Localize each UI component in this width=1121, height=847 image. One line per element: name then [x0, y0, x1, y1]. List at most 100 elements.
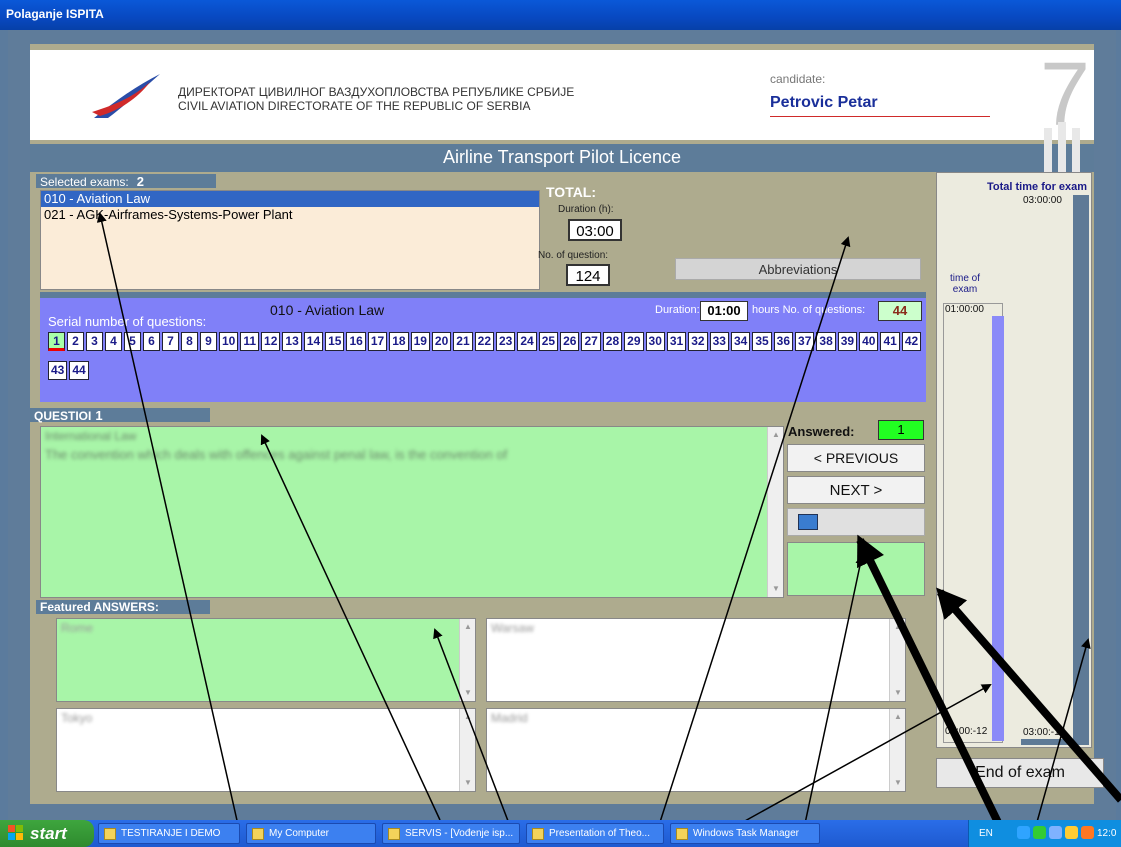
- question-number-button[interactable]: 23: [496, 332, 516, 351]
- question-number-button[interactable]: 43: [48, 361, 68, 380]
- clock: 12:0: [1097, 828, 1117, 839]
- answer-option-d[interactable]: Madrid ▲ ▼: [486, 708, 906, 792]
- answer-text: Warsaw: [491, 621, 534, 635]
- question-number-button[interactable]: 25: [538, 332, 559, 351]
- taskbar-item[interactable]: SERVIS - [Vođenje isp...: [382, 823, 520, 844]
- total-questions-label: No. of question:: [538, 250, 609, 261]
- question-number-button[interactable]: 11: [240, 332, 260, 351]
- question-number-button[interactable]: 6: [143, 332, 160, 351]
- current-exam-panel: 010 - Aviation Law Serial number of ques…: [40, 292, 926, 402]
- answer-scrollbar[interactable]: ▲ ▼: [889, 709, 905, 791]
- calculator-button[interactable]: [787, 508, 925, 536]
- question-number-button[interactable]: 12: [261, 332, 281, 351]
- question-number-button[interactable]: 21: [453, 332, 473, 351]
- question-number-button[interactable]: 1: [48, 332, 65, 351]
- question-number-button[interactable]: 29: [624, 332, 644, 351]
- question-number-button[interactable]: 26: [560, 332, 580, 351]
- scroll-down-icon[interactable]: ▼: [460, 685, 476, 701]
- antivirus-icon[interactable]: [1081, 826, 1094, 839]
- question-number-button[interactable]: 3: [86, 332, 103, 351]
- question-number-button[interactable]: 35: [752, 332, 772, 351]
- question-number-button[interactable]: 24: [517, 332, 537, 351]
- next-button[interactable]: NEXT >: [787, 476, 925, 504]
- question-number-button[interactable]: 2: [67, 332, 84, 351]
- question-number-button[interactable]: 20: [431, 332, 452, 351]
- question-number-button[interactable]: 34: [730, 332, 751, 351]
- question-number-button[interactable]: 5: [124, 332, 141, 351]
- taskbar-item[interactable]: Presentation of Theo...: [526, 823, 664, 844]
- question-number-button[interactable]: 33: [709, 332, 729, 351]
- question-text-area[interactable]: International Law The convention which d…: [40, 426, 784, 598]
- scroll-down-icon[interactable]: ▼: [460, 775, 476, 791]
- question-number-button[interactable]: 38: [816, 332, 836, 351]
- candidate-label: candidate:: [770, 72, 826, 86]
- taskbar-item[interactable]: My Computer: [246, 823, 376, 844]
- abbreviations-button[interactable]: Abbreviations: [675, 258, 921, 280]
- selected-exams-list[interactable]: 010 - Aviation Law 021 - AGK-Airframes-S…: [40, 190, 540, 290]
- question-number-button[interactable]: 18: [389, 332, 409, 351]
- scroll-up-icon[interactable]: ▲: [460, 709, 476, 725]
- pillars-icon: [1044, 122, 1080, 172]
- question-number-button[interactable]: 10: [219, 332, 239, 351]
- question-number-button[interactable]: 22: [474, 332, 494, 351]
- question-number-button[interactable]: 39: [837, 332, 858, 351]
- scroll-down-icon[interactable]: ▼: [890, 775, 906, 791]
- end-exam-button[interactable]: End of exam: [936, 758, 1104, 788]
- task-manager-icon: [676, 828, 688, 840]
- question-number-button[interactable]: 15: [325, 332, 345, 351]
- start-button[interactable]: start: [0, 820, 94, 847]
- language-indicator[interactable]: EN: [979, 828, 993, 839]
- question-number-button[interactable]: 32: [688, 332, 708, 351]
- answer-scrollbar[interactable]: ▲ ▼: [889, 619, 905, 701]
- volume-icon[interactable]: [1049, 826, 1062, 839]
- question-number-button[interactable]: 19: [410, 332, 430, 351]
- question-number-button[interactable]: 36: [773, 332, 794, 351]
- security-icon[interactable]: [1033, 826, 1046, 839]
- question-number: 1: [95, 408, 103, 423]
- question-number-button[interactable]: 28: [602, 332, 623, 351]
- total-time-label: Total time for exam: [987, 181, 1088, 193]
- question-number-button[interactable]: 42: [901, 332, 922, 351]
- scroll-up-icon[interactable]: ▲: [890, 709, 906, 725]
- answer-scrollbar[interactable]: ▲ ▼: [459, 619, 475, 701]
- answer-scrollbar[interactable]: ▲ ▼: [459, 709, 475, 791]
- scroll-up-icon[interactable]: ▲: [890, 619, 906, 635]
- exam-list-item[interactable]: 010 - Aviation Law: [41, 191, 539, 207]
- taskbar-item[interactable]: TESTIRANJE I DEMO: [98, 823, 240, 844]
- question-number-button[interactable]: 9: [200, 332, 217, 351]
- scroll-up-icon[interactable]: ▲: [768, 427, 784, 443]
- question-number-button[interactable]: 31: [666, 332, 687, 351]
- question-number-button[interactable]: 4: [105, 332, 122, 351]
- question-scrollbar[interactable]: ▲ ▼: [767, 427, 783, 597]
- exam-time-start: 01:00:00: [945, 304, 984, 315]
- exam-questions-label: hours No. of questions:: [752, 304, 866, 316]
- total-label: TOTAL:: [546, 184, 597, 200]
- question-number-button[interactable]: 37: [795, 332, 815, 351]
- question-number-button[interactable]: 13: [282, 332, 302, 351]
- exam-list-item[interactable]: 021 - AGK-Airframes-Systems-Power Plant: [41, 207, 539, 223]
- start-label: start: [30, 824, 67, 843]
- windows-logo-icon: [8, 825, 23, 840]
- taskbar-item[interactable]: Windows Task Manager: [670, 823, 820, 844]
- question-number-button[interactable]: 16: [346, 332, 366, 351]
- scroll-up-icon[interactable]: ▲: [460, 619, 476, 635]
- question-number-button[interactable]: 8: [181, 332, 198, 351]
- question-number-button[interactable]: 30: [645, 332, 665, 351]
- question-number-button[interactable]: 14: [303, 332, 324, 351]
- answer-option-a[interactable]: Rome ▲ ▼: [56, 618, 476, 702]
- answer-option-b[interactable]: Warsaw ▲ ▼: [486, 618, 906, 702]
- previous-button[interactable]: < PREVIOUS: [787, 444, 925, 472]
- question-number-button[interactable]: 17: [367, 332, 388, 351]
- question-number-button[interactable]: 44: [69, 361, 89, 380]
- scroll-down-icon[interactable]: ▼: [768, 581, 784, 597]
- update-icon[interactable]: [1065, 826, 1078, 839]
- scroll-down-icon[interactable]: ▼: [890, 685, 906, 701]
- question-number-button[interactable]: 7: [162, 332, 179, 351]
- question-number-button[interactable]: 40: [859, 332, 879, 351]
- taskbar-item-label: Presentation of Theo...: [549, 828, 650, 839]
- question-number-button[interactable]: 41: [880, 332, 900, 351]
- network-icon[interactable]: [1017, 826, 1030, 839]
- answer-option-c[interactable]: Tokyo ▲ ▼: [56, 708, 476, 792]
- total-time-bar: 03:00:00 03:00:-15: [1021, 195, 1089, 745]
- question-number-button[interactable]: 27: [581, 332, 601, 351]
